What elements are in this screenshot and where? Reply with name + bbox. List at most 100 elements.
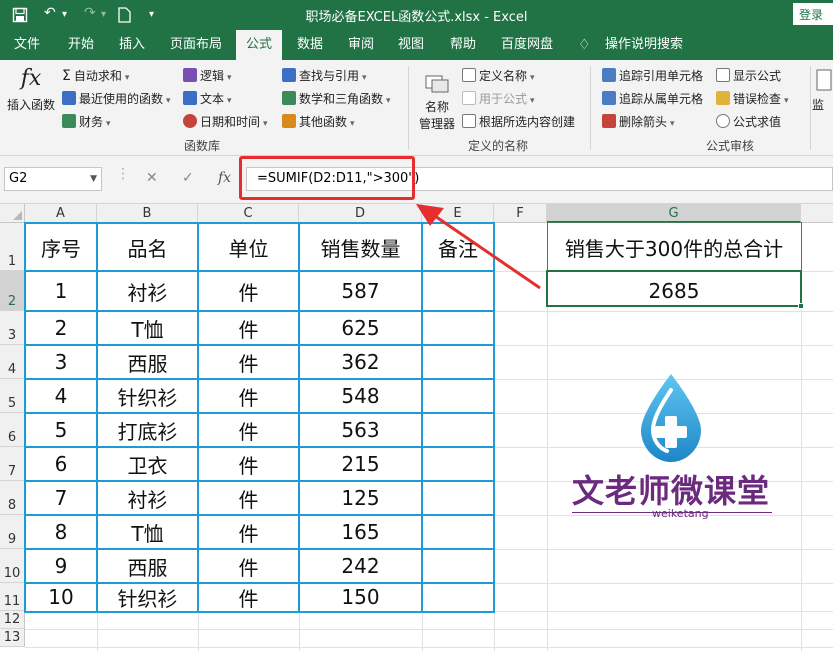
use-in-formula-button[interactable]: 用于公式 ▾ [462, 89, 535, 109]
tab-help[interactable]: 帮助 [442, 30, 484, 60]
table-cell[interactable]: 563 [299, 413, 422, 447]
row-header-11[interactable]: 11 [0, 583, 25, 611]
fill-handle[interactable] [798, 303, 804, 309]
autosum-button[interactable]: Σ 自动求和 ▾ [62, 66, 129, 86]
tell-me-search[interactable]: 操作说明搜索 [598, 30, 690, 60]
table-cell[interactable] [422, 515, 494, 549]
row-header-5[interactable]: 5 [0, 379, 25, 413]
tab-page-layout[interactable]: 页面布局 [162, 30, 230, 60]
header-cell-a1[interactable]: 序号 [25, 223, 97, 271]
table-cell[interactable]: 件 [198, 271, 299, 311]
table-cell[interactable]: 8 [25, 515, 97, 549]
tab-baidu-netdisk[interactable]: 百度网盘 [494, 30, 560, 60]
column-header-a[interactable]: A [25, 204, 97, 223]
table-cell[interactable]: 件 [198, 515, 299, 549]
table-cell[interactable]: 衬衫 [97, 271, 198, 311]
table-cell[interactable]: T恤 [97, 515, 198, 549]
table-cell[interactable]: 衬衫 [97, 481, 198, 515]
remove-arrows-button[interactable]: 删除箭头 ▾ [602, 112, 675, 132]
table-cell[interactable]: 6 [25, 447, 97, 481]
table-cell[interactable]: 362 [299, 345, 422, 379]
insert-function-button[interactable]: fx 插入函数 [4, 66, 58, 113]
table-cell[interactable] [422, 481, 494, 515]
table-cell[interactable]: 件 [198, 345, 299, 379]
column-header-g[interactable]: G [547, 204, 801, 223]
evaluate-formula-button[interactable]: 公式求值 [716, 112, 781, 132]
table-cell[interactable]: 242 [299, 549, 422, 583]
row-header-3[interactable]: 3 [0, 311, 25, 345]
table-cell[interactable]: 件 [198, 481, 299, 515]
table-cell[interactable] [422, 345, 494, 379]
table-cell[interactable]: 针织衫 [97, 379, 198, 413]
table-cell[interactable]: 件 [198, 311, 299, 345]
header-cell-d1[interactable]: 销售数量 [299, 223, 422, 271]
table-cell[interactable]: 165 [299, 515, 422, 549]
row-header-8[interactable]: 8 [0, 481, 25, 515]
more-functions-button[interactable]: 其他函数 ▾ [282, 112, 355, 132]
recent-functions-button[interactable]: 最近使用的函数 ▾ [62, 89, 171, 109]
row-header-6[interactable]: 6 [0, 413, 25, 447]
table-cell[interactable]: 件 [198, 379, 299, 413]
row-header-1[interactable]: 1 [0, 223, 25, 271]
table-cell[interactable] [422, 413, 494, 447]
table-cell[interactable]: 587 [299, 271, 422, 311]
table-cell[interactable] [422, 583, 494, 611]
row-header-2[interactable]: 2 [0, 271, 25, 311]
select-all-button[interactable] [0, 204, 25, 223]
logical-button[interactable]: 逻辑 ▾ [183, 66, 232, 86]
table-cell[interactable]: 5 [25, 413, 97, 447]
show-formulas-button[interactable]: 显示公式 [716, 66, 781, 86]
table-cell[interactable] [422, 311, 494, 345]
column-header-h[interactable] [801, 204, 833, 223]
row-header-7[interactable]: 7 [0, 447, 25, 481]
insert-function-icon[interactable]: fx [218, 170, 231, 186]
table-cell[interactable]: 针织衫 [97, 583, 198, 611]
text-button[interactable]: 文本 ▾ [183, 89, 232, 109]
header-cell-c1[interactable]: 单位 [198, 223, 299, 271]
table-cell[interactable]: 7 [25, 481, 97, 515]
column-header-c[interactable]: C [198, 204, 299, 223]
lookup-button[interactable]: 查找与引用 ▾ [282, 66, 367, 86]
table-cell[interactable]: 件 [198, 447, 299, 481]
table-cell[interactable]: 件 [198, 583, 299, 611]
name-box-dropdown-icon[interactable]: ▼ [90, 168, 97, 190]
column-header-b[interactable]: B [97, 204, 198, 223]
table-cell[interactable]: 打底衫 [97, 413, 198, 447]
table-cell[interactable]: 548 [299, 379, 422, 413]
table-cell[interactable]: 卫衣 [97, 447, 198, 481]
table-cell[interactable]: 西服 [97, 549, 198, 583]
table-cell[interactable]: 150 [299, 583, 422, 611]
column-header-d[interactable]: D [299, 204, 422, 223]
tab-formulas[interactable]: 公式 [236, 30, 282, 60]
error-checking-button[interactable]: 错误检查 ▾ [716, 89, 789, 109]
tab-view[interactable]: 视图 [390, 30, 432, 60]
row-header-9[interactable]: 9 [0, 515, 25, 549]
table-cell[interactable]: 3 [25, 345, 97, 379]
math-trig-button[interactable]: 数学和三角函数 ▾ [282, 89, 391, 109]
watch-window-button[interactable]: 监 [812, 68, 833, 113]
tab-file[interactable]: 文件 [8, 30, 46, 60]
name-box[interactable]: G2 ▼ [4, 167, 102, 191]
row-header-4[interactable]: 4 [0, 345, 25, 379]
table-cell[interactable]: 件 [198, 413, 299, 447]
row-header-13[interactable]: 13 [0, 629, 25, 647]
tab-home[interactable]: 开始 [58, 30, 104, 60]
create-from-selection-button[interactable]: 根据所选内容创建 [462, 112, 575, 132]
table-cell[interactable] [422, 549, 494, 583]
table-cell[interactable]: 2 [25, 311, 97, 345]
table-cell[interactable] [422, 447, 494, 481]
enter-icon[interactable]: ✓ [182, 170, 194, 186]
row-header-12[interactable]: 12 [0, 611, 25, 629]
table-cell[interactable]: 件 [198, 549, 299, 583]
login-button[interactable]: 登录 [793, 3, 833, 25]
table-cell[interactable]: 1 [25, 271, 97, 311]
tab-data[interactable]: 数据 [290, 30, 330, 60]
define-name-button[interactable]: 定义名称 ▾ [462, 66, 535, 86]
row-header-10[interactable]: 10 [0, 549, 25, 583]
tab-review[interactable]: 审阅 [340, 30, 382, 60]
cancel-icon[interactable]: ✕ [146, 170, 158, 186]
table-cell[interactable]: 10 [25, 583, 97, 611]
table-cell[interactable]: 625 [299, 311, 422, 345]
header-cell-b1[interactable]: 品名 [97, 223, 198, 271]
datetime-button[interactable]: 日期和时间 ▾ [183, 112, 268, 132]
